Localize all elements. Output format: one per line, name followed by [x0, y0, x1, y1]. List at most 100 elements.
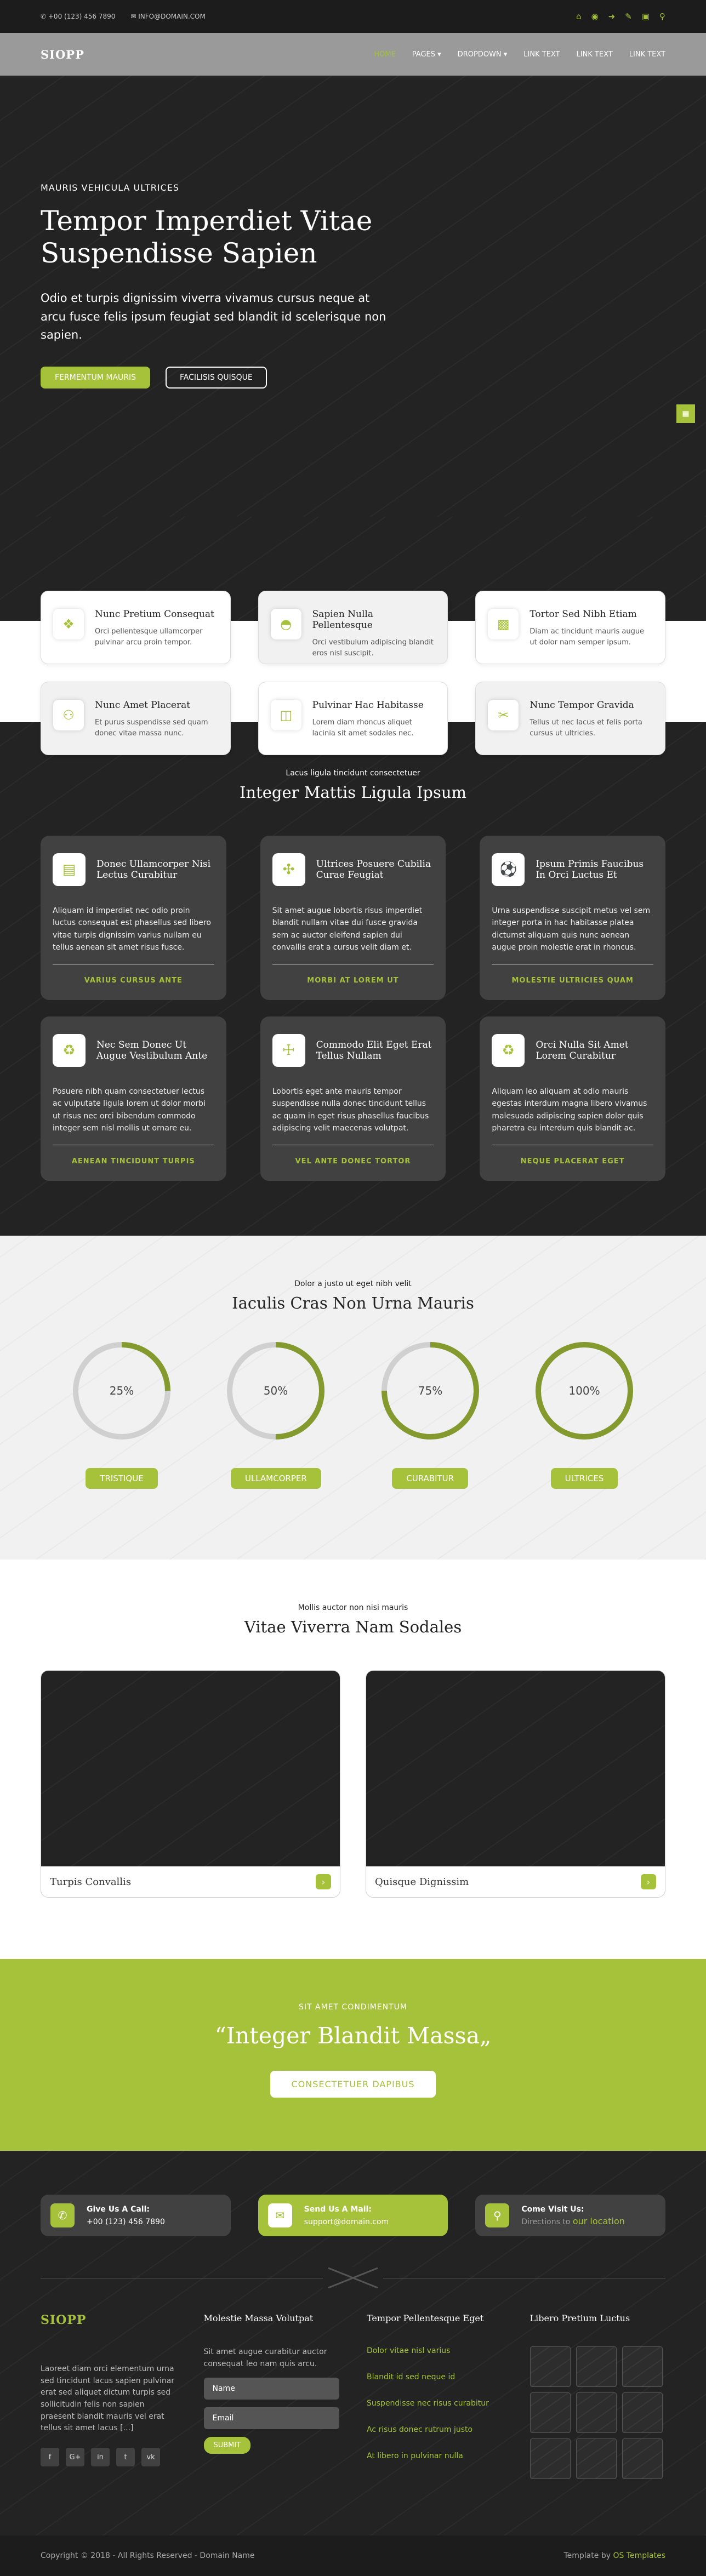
gallery-thumb[interactable]: [622, 2392, 663, 2433]
hero-primary-button[interactable]: FERMENTUM MAURIS: [41, 366, 150, 389]
main-nav: HOME PAGES ▾ DROPDOWN ▾ LINK TEXT LINK T…: [374, 50, 665, 59]
footer-link[interactable]: Dolor vitae nisl varius: [367, 2346, 503, 2355]
service-link[interactable]: MOLESTIE ULTRICIES QUAM: [492, 964, 653, 985]
nav-item-dropdown[interactable]: DROPDOWN ▾: [458, 50, 508, 59]
bus-icon: ◫: [270, 700, 301, 730]
basketball-icon: ◓: [270, 609, 301, 639]
home-icon[interactable]: ⌂: [576, 12, 582, 21]
linkedin-icon[interactable]: in: [91, 2448, 110, 2467]
footer-link[interactable]: Ac risus donec rutrum justo: [367, 2425, 503, 2434]
nav-item-link-1[interactable]: LINK TEXT: [523, 50, 560, 59]
feature-card[interactable]: ✂ Nunc Tempor Gravida Tellus ut nec lacus…: [475, 682, 665, 755]
soccer-ball-icon: ⚽: [492, 853, 525, 886]
feature-card[interactable]: ◫ Pulvinar Hac Habitasse Lorem diam rhonc…: [258, 682, 448, 755]
footer: ✆ Give Us A Call: +00 (123) 456 7890 ✉ Se…: [0, 2151, 706, 2535]
chevron-right-icon[interactable]: ›: [641, 1874, 656, 1889]
search-icon[interactable]: ⚲: [659, 12, 665, 21]
grid-icon[interactable]: ▦: [676, 404, 695, 423]
service-link[interactable]: VARIUS CURSUS ANTE: [53, 964, 214, 985]
gallery-thumb[interactable]: [622, 2438, 663, 2479]
edit-icon[interactable]: ▣: [642, 12, 650, 21]
gallery-thumb[interactable]: [530, 2438, 571, 2479]
fire-extinguisher-icon: ♻: [53, 1034, 86, 1067]
feature-text: Lorem diam rhoncus aliquet lacinia sit a…: [312, 718, 414, 738]
send-icon[interactable]: ✎: [625, 12, 632, 21]
footer-link[interactable]: Blandit id sed neque id: [367, 2373, 503, 2381]
stat-button[interactable]: ULLAMCORPER: [230, 1468, 321, 1489]
service-card: ▤ Donec Ullamcorper Nisi Lectus Curabitur…: [41, 836, 226, 1000]
phone-contact[interactable]: ✆ +00 (123) 456 7890: [41, 13, 115, 20]
login-icon[interactable]: ➜: [608, 12, 616, 21]
projects-subtitle: Mollis auctor non nisi mauris: [298, 1603, 408, 1612]
chevron-right-icon[interactable]: ›: [316, 1874, 331, 1889]
contact-card-mail[interactable]: ✉ Send Us A Mail: support@domain.com: [258, 2195, 448, 2236]
twitter-icon[interactable]: t: [116, 2448, 135, 2467]
building-icon: ▩: [488, 609, 519, 639]
contact-card-call[interactable]: ✆ Give Us A Call: +00 (123) 456 7890: [41, 2195, 231, 2236]
service-link[interactable]: NEQUE PLACERAT EGET: [492, 1145, 653, 1166]
google-plus-icon[interactable]: G+: [66, 2448, 84, 2467]
service-card: ♻ Nec Sem Donec Ut Augue Vestibulum Ante …: [41, 1016, 226, 1181]
gallery-thumb[interactable]: [576, 2346, 617, 2387]
gallery-thumb[interactable]: [530, 2392, 571, 2433]
hero-secondary-button[interactable]: FACILISIS QUISQUE: [166, 366, 267, 389]
email-contact[interactable]: ✉ INFO@DOMAIN.COM: [130, 13, 206, 20]
nav-item-link-2[interactable]: LINK TEXT: [577, 50, 613, 59]
globe-icon[interactable]: ◉: [591, 12, 599, 21]
stat-label: 25%: [110, 1384, 134, 1397]
feature-card[interactable]: ⚇ Nunc Amet Placerat Et purus suspendisse…: [41, 682, 231, 755]
gallery-thumb[interactable]: [576, 2392, 617, 2433]
project-card[interactable]: Quisque Dignissim ›: [366, 1670, 665, 1898]
site-logo[interactable]: SIOPP: [41, 48, 84, 61]
services-subtitle: Lacus ligula tincidunt consectetuer: [286, 769, 420, 778]
feature-card[interactable]: ▩ Tortor Sed Nibh Etiam Diam ac tincidunt…: [475, 591, 665, 664]
service-link[interactable]: MORBI AT LOREM UT: [272, 964, 434, 985]
stat-button[interactable]: ULTRICES: [550, 1468, 618, 1489]
vk-icon[interactable]: vk: [141, 2448, 160, 2467]
project-image[interactable]: [366, 1671, 665, 1866]
nav-item-pages-label: PAGES: [412, 50, 436, 59]
gallery-thumb[interactable]: [576, 2438, 617, 2479]
service-link[interactable]: AENEAN TINCIDUNT TURPIS: [53, 1145, 214, 1166]
location-link[interactable]: our location: [573, 2216, 625, 2226]
service-text: Lobortis eget ante mauris tempor suspend…: [272, 1087, 429, 1133]
facebook-icon[interactable]: f: [41, 2448, 59, 2467]
submit-button[interactable]: SUBMIT: [203, 2437, 251, 2454]
template-credit: Template by OS Templates: [563, 2551, 665, 2560]
email-field[interactable]: Email: [203, 2407, 339, 2430]
phone-text: +00 (123) 456 7890: [48, 13, 116, 20]
stat-item: 75% CURABITUR: [379, 1340, 481, 1489]
progress-ring: 100%: [535, 1342, 633, 1440]
hero-text: Odio et turpis dignissim viverra vivamus…: [41, 292, 386, 342]
nav-item-link-3[interactable]: LINK TEXT: [629, 50, 665, 59]
footer-link[interactable]: Suspendisse nec risus curabitur: [367, 2399, 503, 2408]
footer-link[interactable]: At libero in pulvinar nulla: [367, 2452, 503, 2460]
stat-label: 50%: [264, 1384, 288, 1397]
feature-text: Orci pellentesque ullamcorper pulvinar a…: [95, 627, 203, 647]
quote-button[interactable]: CONSECTETUER DAPIBUS: [270, 2071, 436, 2098]
nav-item-home[interactable]: HOME: [374, 50, 395, 59]
contact-title: Send Us A Mail:: [304, 2204, 372, 2214]
service-text: Sit amet augue lobortis risus imperdiet …: [272, 906, 423, 952]
gallery-thumb[interactable]: [530, 2346, 571, 2387]
project-card[interactable]: Turpis Convallis ›: [41, 1670, 340, 1898]
stat-button[interactable]: CURABITUR: [392, 1468, 469, 1489]
project-image[interactable]: [41, 1671, 340, 1866]
stat-item: 50% ULLAMCORPER: [225, 1340, 327, 1489]
feature-card[interactable]: ❖ Nunc Pretium Consequat Orci pellentesqu…: [41, 591, 231, 664]
credit-card-icon: ▤: [53, 853, 86, 886]
service-card: ✣ Ultrices Posuere Cubilia Curae Feugiat …: [260, 836, 446, 1000]
service-title: Ipsum Primis Faucibus In Orci Luctus Et: [536, 858, 644, 881]
services-title: Integer Mattis Ligula Ipsum: [239, 783, 467, 802]
service-card: ⚽ Ipsum Primis Faucibus In Orci Luctus Et…: [480, 836, 665, 1000]
template-link[interactable]: OS Templates: [613, 2551, 665, 2560]
service-link[interactable]: VEL ANTE DONEC TORTOR: [272, 1145, 434, 1166]
stat-button[interactable]: TRISTIQUE: [86, 1468, 158, 1489]
service-card: ♻ Orci Nulla Sit Amet Lorem Curabitur Ali…: [480, 1016, 665, 1181]
nav-item-pages[interactable]: PAGES ▾: [412, 50, 441, 59]
gallery-thumb[interactable]: [622, 2346, 663, 2387]
footer-logo[interactable]: SIOPP: [41, 2313, 176, 2327]
contact-card-visit[interactable]: ⚲ Come Visit Us: Directions to our locati…: [475, 2195, 665, 2236]
feature-card[interactable]: ◓ Sapien Nulla Pellentesque Orci vestibul…: [258, 591, 448, 664]
name-field[interactable]: Name: [203, 2378, 339, 2400]
